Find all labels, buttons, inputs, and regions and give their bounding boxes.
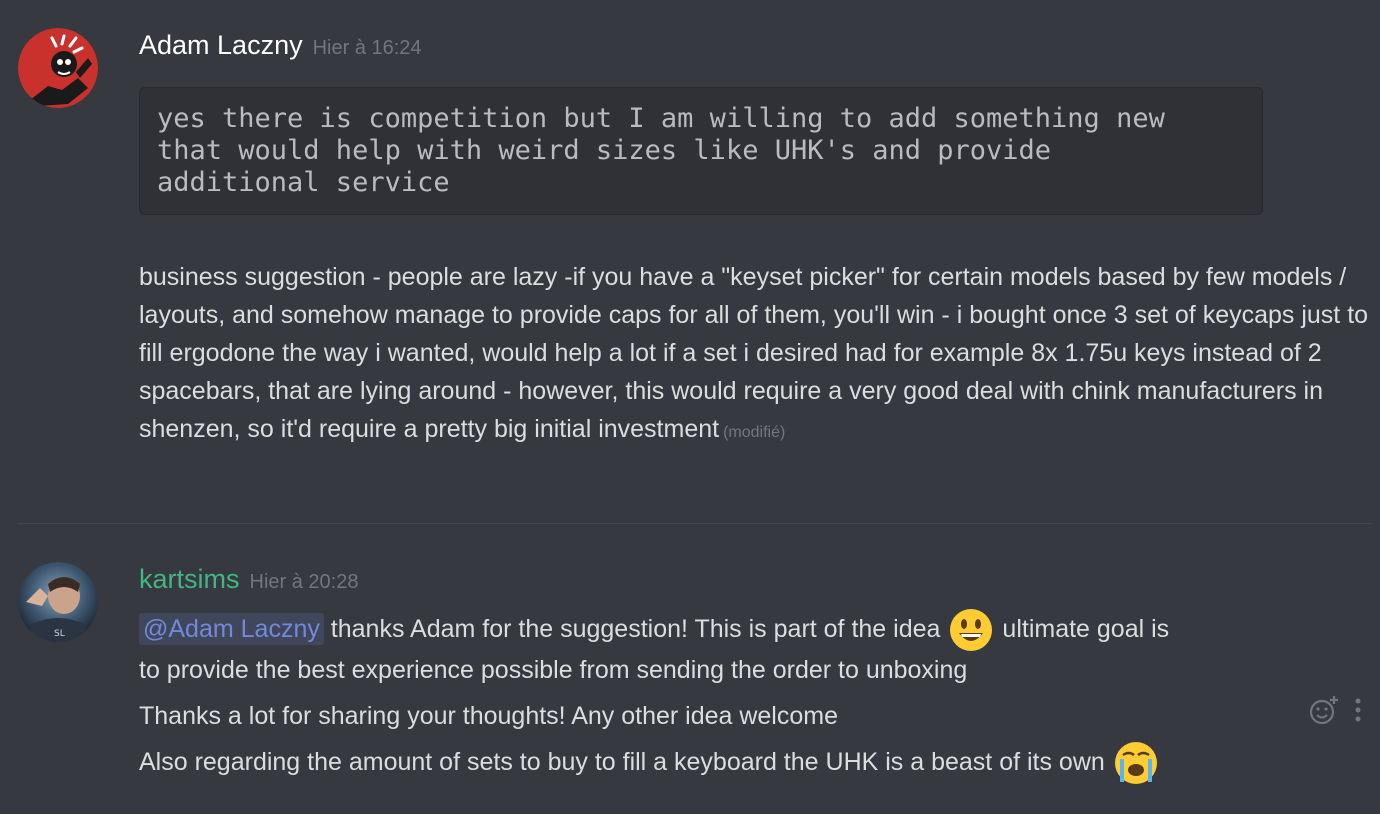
more-options-icon[interactable] [1354,697,1362,723]
message-divider [18,523,1372,524]
avatar[interactable]: SL [18,562,98,642]
code-block: yes there is competition but I am willin… [139,87,1263,215]
message-text: ultimate goal is [1002,615,1170,643]
edited-label: (modifié) [723,424,786,441]
avatar-kartsims-icon: SL [18,562,98,642]
username[interactable]: kartsims [139,564,240,595]
message-line-3: Thanks a lot for sharing your thoughts! … [139,702,838,730]
smiley-emoji-icon[interactable] [948,607,994,653]
message-hover-actions [1308,694,1362,726]
user-mention[interactable]: @Adam Laczny [139,613,324,645]
message-header: kartsims Hier à 20:28 [139,564,358,595]
message-line-1: @Adam Laczny thanks Adam for the suggest… [139,606,1169,652]
sob-emoji-icon[interactable] [1113,740,1159,786]
message-text: business suggestion - people are lazy -i… [139,258,1375,452]
timestamp[interactable]: Hier à 16:24 [313,37,422,60]
message-text: thanks Adam for the suggestion! This is … [330,615,941,643]
add-reaction-icon[interactable] [1308,694,1340,726]
message-content: business suggestion - people are lazy -i… [139,263,1369,443]
chat-messages: Adam Laczny Hier à 16:24 yes there is co… [0,0,1380,814]
svg-text:SL: SL [54,629,65,639]
message-line-2: to provide the best experience possible … [139,656,968,684]
timestamp[interactable]: Hier à 20:28 [250,571,359,594]
message-header: Adam Laczny Hier à 16:24 [139,30,422,61]
message-text: Also regarding the amount of sets to buy… [139,748,1105,776]
username[interactable]: Adam Laczny [139,30,303,61]
avatar[interactable] [18,28,98,108]
avatar-adam-icon [18,28,98,108]
message-line-4: Also regarding the amount of sets to buy… [139,739,1167,785]
